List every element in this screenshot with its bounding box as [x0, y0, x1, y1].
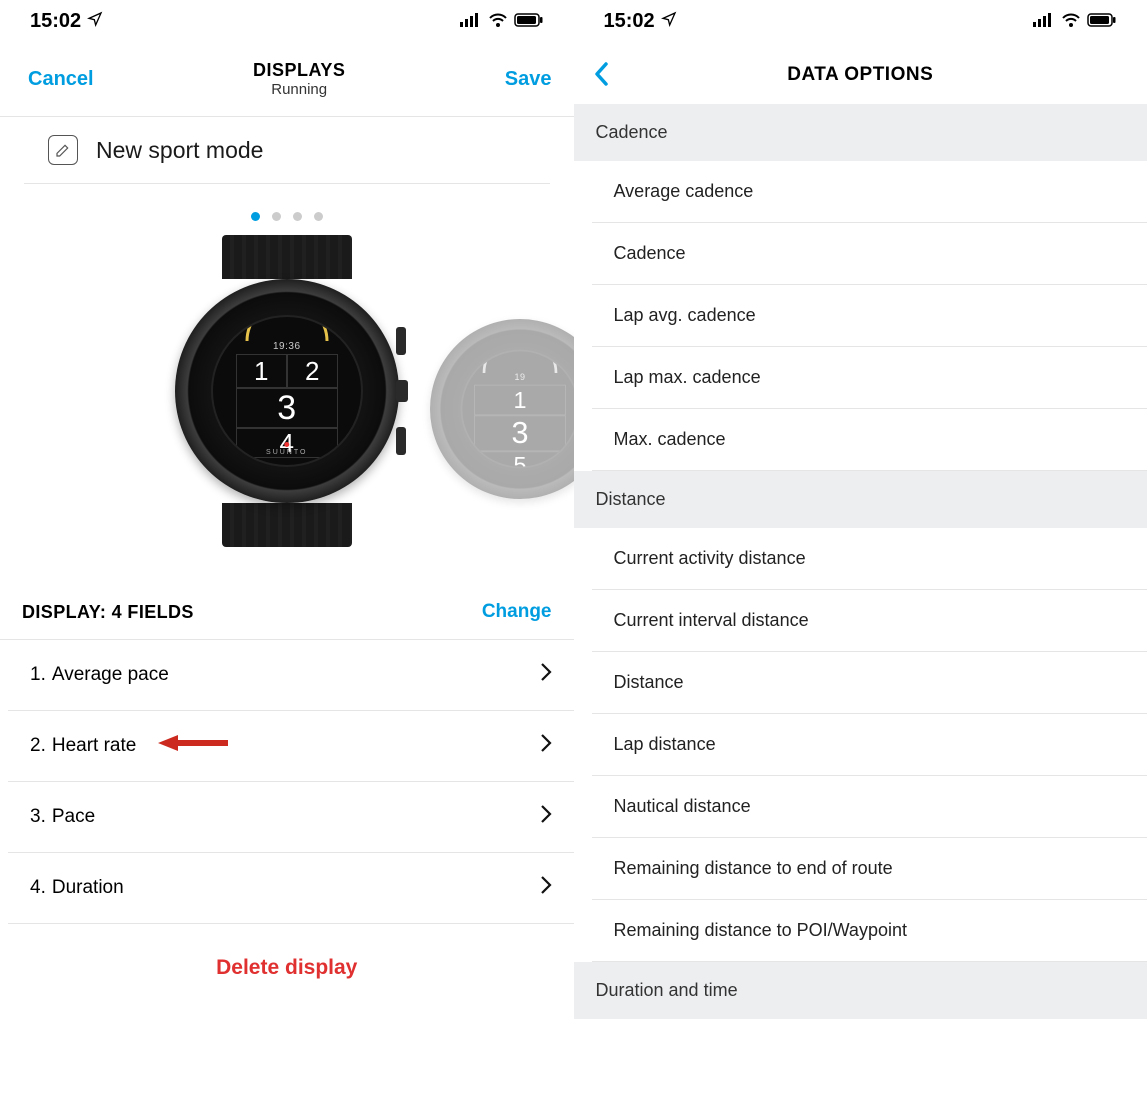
- field-number: 1.: [30, 664, 46, 686]
- display-field-row[interactable]: 4. Duration: [8, 853, 574, 924]
- display-field-row[interactable]: 1. Average pace: [8, 640, 574, 711]
- watch-preview-area[interactable]: 19:36 1 2 3 4 SUUNTO 19 1: [0, 235, 574, 575]
- data-option-row[interactable]: Nautical distance: [592, 776, 1147, 838]
- watch-field: 1: [474, 385, 566, 416]
- chevron-right-icon: [540, 733, 552, 759]
- cancel-button[interactable]: Cancel: [28, 68, 94, 91]
- cellular-signal-icon: [1033, 10, 1055, 33]
- display-field-row[interactable]: 2. Heart rate: [8, 711, 574, 782]
- watch-field: 5: [474, 451, 566, 468]
- option-group-header: Distance: [574, 471, 1147, 528]
- page-indicator: [0, 184, 574, 235]
- data-option-row[interactable]: Distance: [592, 652, 1147, 714]
- display-field-row[interactable]: 3. Pace: [8, 782, 574, 853]
- field-name: Heart rate: [52, 735, 136, 757]
- field-name: Average pace: [52, 664, 169, 686]
- data-option-row[interactable]: Average cadence: [592, 161, 1147, 223]
- page-dot[interactable]: [272, 212, 281, 221]
- nav-header: Cancel DISPLAYS Running Save: [0, 42, 574, 117]
- chevron-right-icon: [540, 804, 552, 830]
- page-dot[interactable]: [251, 212, 260, 221]
- watch-field: 1: [236, 354, 287, 388]
- watch-field: 3: [474, 415, 566, 451]
- wifi-icon: [488, 10, 508, 33]
- header-title: DATA OPTIONS: [787, 64, 933, 86]
- data-option-row[interactable]: Lap max. cadence: [592, 347, 1147, 409]
- location-icon: [661, 10, 677, 33]
- data-option-row[interactable]: Remaining distance to POI/Waypoint: [592, 900, 1147, 962]
- sport-mode-row[interactable]: New sport mode: [24, 117, 550, 184]
- option-group-header: Duration and time: [574, 962, 1147, 1019]
- watch-preview: 19:36 1 2 3 4 SUUNTO: [172, 235, 402, 547]
- field-number: 2.: [30, 735, 46, 757]
- battery-icon: [514, 10, 544, 33]
- field-number: 4.: [30, 877, 46, 899]
- data-option-row[interactable]: Max. cadence: [592, 409, 1147, 471]
- cellular-signal-icon: [460, 10, 482, 33]
- watch-brand: SUUNTO: [266, 442, 307, 456]
- change-button[interactable]: Change: [482, 601, 552, 623]
- chevron-right-icon: [540, 875, 552, 901]
- save-button[interactable]: Save: [505, 68, 552, 91]
- watch-preview-next: 19 1 3 5: [430, 319, 574, 499]
- nav-header: DATA OPTIONS: [574, 42, 1147, 104]
- sport-mode-name: New sport mode: [96, 137, 263, 164]
- watch-field: 2: [287, 354, 338, 388]
- phone-data-options-screen: 15:02 DATA OPTIONS CadenceAverage cadenc…: [574, 0, 1147, 1106]
- callout-arrow-icon: [158, 733, 228, 759]
- display-section-header: DISPLAY: 4 FIELDS Change: [0, 575, 574, 640]
- wifi-icon: [1061, 10, 1081, 33]
- status-bar: 15:02: [0, 0, 574, 42]
- watch-field: 3: [236, 388, 338, 428]
- battery-icon: [1087, 10, 1117, 33]
- edit-icon: [48, 135, 78, 165]
- option-group-header: Cadence: [574, 104, 1147, 161]
- data-option-row[interactable]: Remaining distance to end of route: [592, 838, 1147, 900]
- status-time: 15:02: [30, 10, 81, 33]
- data-option-row[interactable]: Lap avg. cadence: [592, 285, 1147, 347]
- data-option-row[interactable]: Current interval distance: [592, 590, 1147, 652]
- location-icon: [87, 10, 103, 33]
- back-button[interactable]: [592, 60, 610, 93]
- field-number: 3.: [30, 806, 46, 828]
- phone-displays-screen: 15:02 Cancel DISPLAYS Running Save: [0, 0, 574, 1106]
- field-name: Pace: [52, 806, 95, 828]
- header-title: DISPLAYS: [253, 60, 345, 81]
- delete-display-button[interactable]: Delete display: [0, 924, 574, 1012]
- header-subtitle: Running: [253, 81, 345, 98]
- page-dot[interactable]: [314, 212, 323, 221]
- status-time: 15:02: [604, 10, 655, 33]
- display-fields-label: DISPLAY: 4 FIELDS: [22, 602, 194, 623]
- page-dot[interactable]: [293, 212, 302, 221]
- data-option-row[interactable]: Cadence: [592, 223, 1147, 285]
- status-bar: 15:02: [574, 0, 1147, 42]
- chevron-right-icon: [540, 662, 552, 688]
- data-option-row[interactable]: Lap distance: [592, 714, 1147, 776]
- field-name: Duration: [52, 877, 124, 899]
- data-option-row[interactable]: Current activity distance: [592, 528, 1147, 590]
